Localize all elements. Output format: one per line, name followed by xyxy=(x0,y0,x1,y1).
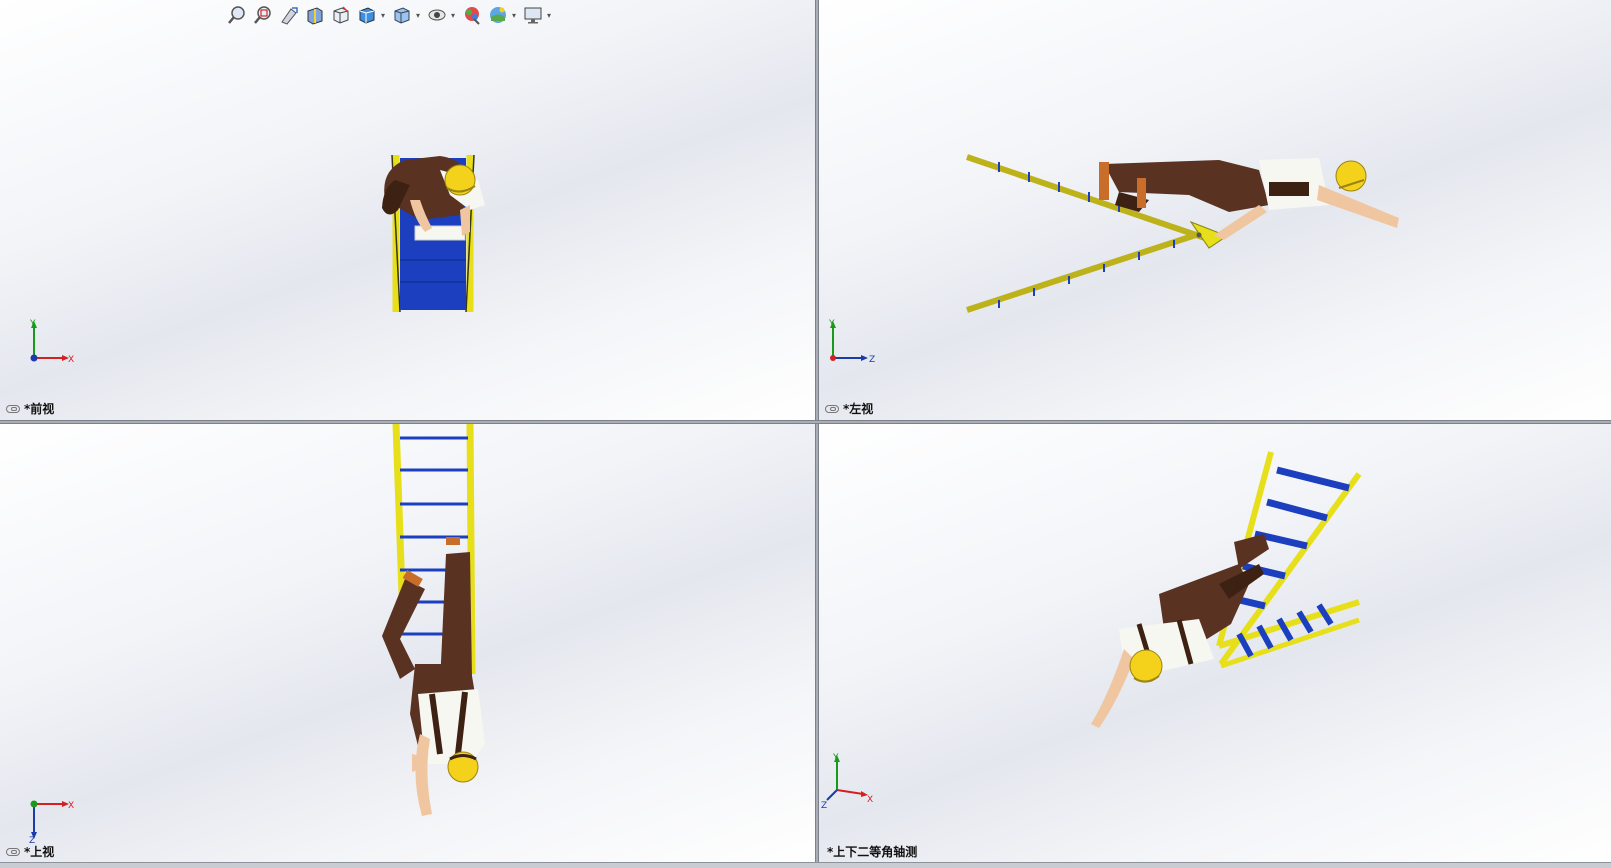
viewport-dimetric[interactable]: Y X Z *上下二等角轴测 xyxy=(819,424,1611,868)
axis-triad: Y X Z xyxy=(821,753,873,811)
view-name: *前视 xyxy=(24,402,55,416)
axis-y-label: Y xyxy=(832,753,839,763)
axis-x-label: X xyxy=(867,795,873,805)
view-name: *上下二等角轴测 xyxy=(827,845,918,859)
model-top-view[interactable] xyxy=(0,424,815,868)
axis-triad: X Z xyxy=(29,800,74,844)
bottom-border xyxy=(0,862,1611,868)
link-view-icon[interactable] xyxy=(6,847,20,856)
axis-x-label: X xyxy=(68,801,74,811)
view-name: *上视 xyxy=(24,845,55,859)
view-name: *左视 xyxy=(843,402,874,416)
view-label-top[interactable]: *上视 xyxy=(6,843,54,860)
axis-y-label: Y xyxy=(828,319,835,329)
axis-y-label: Y xyxy=(29,319,36,329)
axis-z-label: Z xyxy=(869,355,875,365)
model-left-view[interactable] xyxy=(819,0,1611,420)
axis-x-label: X xyxy=(68,355,74,365)
axis-z-label: Z xyxy=(821,801,827,811)
view-label-dimetric[interactable]: *上下二等角轴测 xyxy=(827,843,917,860)
link-view-icon[interactable] xyxy=(825,404,839,413)
viewport-left[interactable]: Y Z *左视 xyxy=(819,0,1611,420)
vertical-splitter[interactable] xyxy=(815,0,819,868)
viewport-front[interactable]: ▾ ▾ ▾ ▾ ▾ Y X *前视 xyxy=(0,0,815,420)
view-label-front[interactable]: *前视 xyxy=(6,400,54,417)
model-dimetric-view[interactable] xyxy=(819,424,1611,868)
axis-triad: Y X xyxy=(29,319,74,365)
horizontal-splitter[interactable] xyxy=(0,420,1611,424)
model-front-view[interactable] xyxy=(0,0,815,420)
viewport-top[interactable]: X Z *上视 xyxy=(0,424,815,868)
link-view-icon[interactable] xyxy=(6,404,20,413)
view-label-left[interactable]: *左视 xyxy=(825,400,873,417)
axis-triad: Y Z xyxy=(828,319,875,365)
